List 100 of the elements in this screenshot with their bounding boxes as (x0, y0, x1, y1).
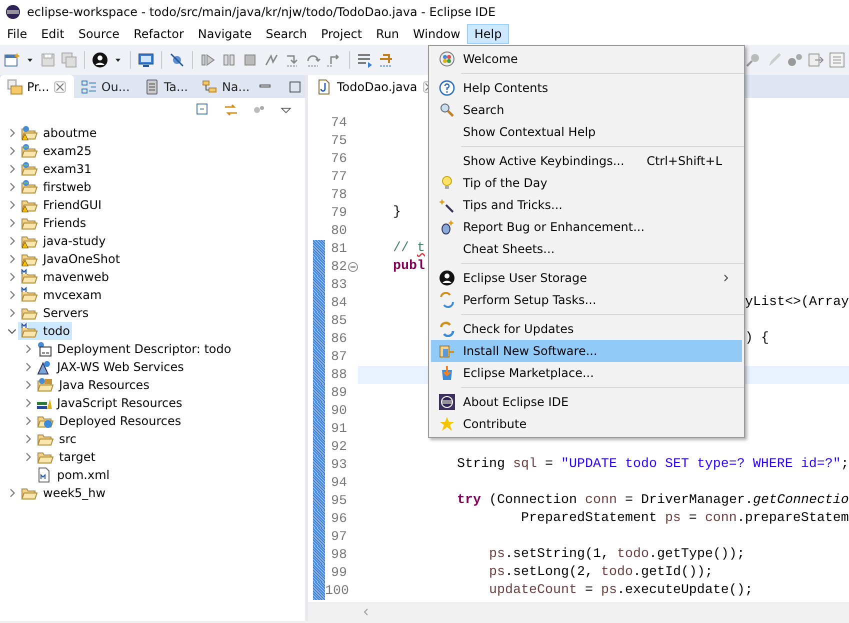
code-line: PreparedStatement ps = conn.prepareStatem (520, 510, 849, 528)
tree-item[interactable]: mvcexam (18, 286, 104, 304)
view-tab[interactable]: Na... (194, 75, 257, 98)
menu-bar-item[interactable]: Project (314, 24, 370, 44)
star-icon[interactable] (439, 416, 455, 432)
tree-item[interactable]: aboutme (18, 124, 99, 142)
menu-item[interactable]: Show Active Keybindings... Ctrl+Shift+L (431, 150, 742, 172)
line-number: 88 (330, 368, 347, 382)
code-line: updateCount = ps.executeUpdate(); (488, 582, 753, 600)
install-icon[interactable] (439, 343, 455, 359)
fold-icon[interactable] (348, 262, 358, 272)
outline-icon[interactable] (81, 78, 98, 94)
tree-item[interactable]: Friends (18, 214, 88, 232)
tree-item[interactable]: target (34, 448, 98, 466)
stop-icon[interactable] (242, 52, 258, 68)
outline-icon[interactable] (829, 52, 845, 68)
new-file-icon[interactable] (4, 52, 20, 68)
eclipse-icon (5, 4, 21, 20)
line-number: 75 (330, 134, 347, 148)
step-return-icon[interactable] (326, 52, 342, 68)
menu-bar-item[interactable]: Edit (34, 24, 72, 44)
menu-bar-item[interactable]: File (0, 24, 34, 44)
window-title: eclipse-workspace - todo/src/main/java/kr/njw/todo/TodoDao.java - Eclipse IDE (27, 4, 496, 18)
line-number: 85 (330, 314, 347, 328)
tree-item[interactable]: JavaOneShot (18, 250, 122, 268)
menu-item[interactable]: Tip of the Day (431, 172, 742, 194)
list-icon[interactable] (357, 52, 373, 68)
menu-item[interactable]: Check for Updates (431, 318, 742, 340)
search-icon[interactable] (439, 102, 455, 118)
menu-bar-item[interactable]: Refactor (126, 24, 191, 44)
user-icon[interactable] (92, 52, 108, 68)
menu-item[interactable]: Install New Software... (431, 340, 742, 362)
save-icon[interactable] (40, 52, 56, 68)
tree-item[interactable]: firstweb (18, 178, 94, 196)
wand-icon[interactable] (439, 197, 455, 213)
resume-icon[interactable] (200, 52, 216, 68)
menu-bar-item[interactable]: Search (258, 24, 314, 44)
key-icon[interactable] (745, 52, 761, 68)
view-tab[interactable]: Ta... (136, 75, 195, 98)
tree-item[interactable]: exam31 (18, 160, 94, 178)
monitor-icon[interactable] (138, 52, 154, 68)
menu-item[interactable]: Contribute (431, 413, 742, 435)
menu-bar-item[interactable]: Help (467, 24, 509, 44)
line-number: 83 (330, 278, 347, 292)
horizontal-scrollbar[interactable] (308, 602, 849, 621)
menu-bar-item[interactable]: Window (406, 24, 468, 44)
tree-item[interactable]: week5_hw (18, 484, 108, 502)
marketplace-icon[interactable] (439, 365, 455, 381)
navigator-icon[interactable] (202, 78, 218, 94)
line-number: 79 (330, 206, 347, 220)
view-tab[interactable]: Ou... (74, 75, 137, 98)
code-line: ps.setString(1, todo.getType()); (488, 546, 745, 564)
user-icon[interactable] (439, 270, 455, 286)
maven-project-icon (20, 287, 38, 303)
tree-item[interactable]: mavenweb (18, 268, 111, 286)
menu-item[interactable]: Search (431, 99, 742, 121)
task-list-icon[interactable] (144, 78, 160, 94)
help-icon[interactable] (439, 80, 455, 96)
menu-item[interactable]: Tips and Tricks... (431, 194, 742, 216)
update-icon[interactable] (439, 321, 455, 337)
close-icon[interactable] (53, 80, 68, 94)
line-number: 74 (330, 116, 347, 130)
view-tab[interactable]: Pr... (0, 75, 74, 98)
menu-item[interactable]: About Eclipse IDE (431, 391, 742, 413)
tree-item[interactable]: java-study (18, 232, 108, 250)
menu-item[interactable]: Report Bug or Enhancement... (431, 216, 742, 238)
menu-item[interactable]: Eclipse Marketplace... (431, 362, 742, 384)
menu-item[interactable]: Perform Setup Tasks... (431, 289, 742, 311)
menu-bar-item[interactable]: Run (369, 24, 406, 44)
java-file-icon[interactable] (316, 78, 332, 94)
tree-item[interactable]: Java Resources (34, 376, 152, 394)
menu-bar-item[interactable]: Navigate (190, 24, 259, 44)
welcome-icon[interactable] (439, 51, 455, 67)
link-editor-icon[interactable] (223, 102, 239, 118)
tree-item[interactable]: JAX-WS Web Services (34, 358, 186, 376)
menu-item[interactable]: Eclipse User Storage (431, 267, 742, 289)
menu-bar-item[interactable]: Source (71, 24, 127, 44)
tree-item[interactable]: JavaScript Resources (34, 394, 184, 412)
maximize-icon[interactable] (286, 78, 303, 94)
tree-item[interactable]: Servers (18, 304, 91, 322)
tree-item[interactable]: Deployment Descriptor: todo (34, 340, 234, 358)
menu-item[interactable]: Cheat Sheets... (431, 238, 742, 260)
tree-item[interactable]: pom.xml (34, 466, 112, 484)
menu-item[interactable]: Show Contextual Help (431, 121, 742, 143)
tree-item[interactable]: todo (18, 322, 72, 340)
package-icon[interactable] (7, 78, 23, 94)
tree-item[interactable]: src (34, 430, 79, 448)
tree-item[interactable]: exam25 (18, 142, 94, 160)
tree-item[interactable]: FriendGUI (18, 196, 104, 214)
descriptor-icon (36, 341, 52, 357)
eclipse-icon[interactable] (439, 394, 455, 410)
tree-item[interactable]: Deployed Resources (34, 412, 184, 430)
maven-project-icon (20, 269, 38, 285)
skip-breakpoints-icon[interactable] (169, 52, 185, 68)
document-icon[interactable] (808, 52, 824, 68)
xml-file-icon (36, 467, 52, 483)
bug-report-icon[interactable] (439, 219, 455, 235)
pause-icon[interactable] (221, 52, 237, 68)
setup-tasks-icon[interactable] (439, 292, 455, 308)
line-number: 92 (330, 440, 347, 454)
